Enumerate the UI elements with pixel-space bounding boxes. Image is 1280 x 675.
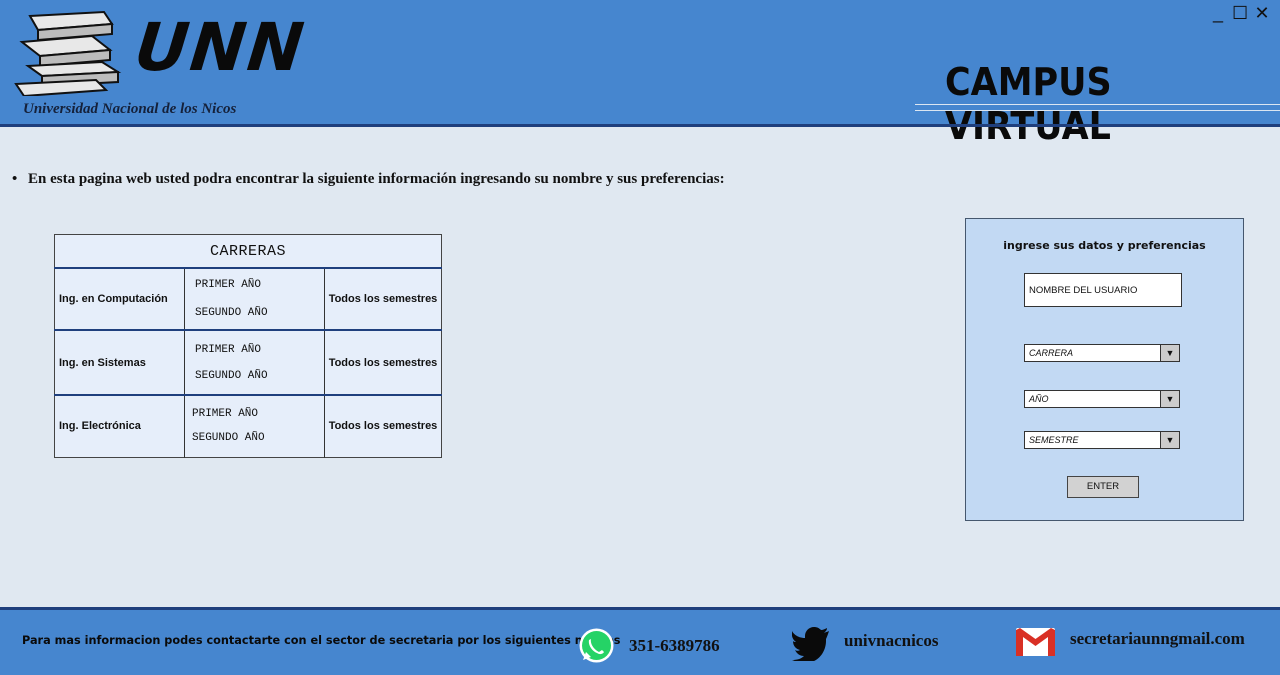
preferences-form: ingrese sus datos y preferencias CARRERA… <box>965 218 1244 521</box>
gmail-icon <box>1016 628 1055 656</box>
intro-text: • En esta pagina web usted podra encontra… <box>12 171 725 188</box>
close-icon[interactable]: ✕ <box>1254 4 1270 22</box>
career-years: PRIMER AÑO SEGUNDO AÑO <box>184 330 325 396</box>
title-underline <box>915 104 1280 105</box>
minimize-icon[interactable]: _ <box>1210 4 1226 22</box>
year-item: PRIMER AÑO <box>195 279 262 291</box>
form-title: ingrese sus datos y preferencias <box>1003 239 1206 252</box>
dropdown-arrow-icon[interactable]: ▼ <box>1160 432 1179 448</box>
enter-button[interactable]: ENTER <box>1067 476 1139 498</box>
career-years: PRIMER AÑO SEGUNDO AÑO <box>184 395 325 457</box>
career-name: Ing. en Computación <box>54 268 185 331</box>
career-semesters: Todos los semestres <box>324 268 442 331</box>
window-controls: _ ☐ ✕ <box>1210 4 1270 22</box>
whatsapp-number: 351-6389786 <box>629 635 720 655</box>
semester-select-value: SEMESTRE <box>1029 435 1079 445</box>
career-select-value: CARRERA <box>1029 348 1074 358</box>
career-years: PRIMER AÑO SEGUNDO AÑO <box>184 268 325 331</box>
career-semesters: Todos los semestres <box>324 330 442 396</box>
year-item: SEGUNDO AÑO <box>195 369 268 382</box>
email-address: secretariaunngmail.com <box>1070 629 1245 648</box>
year-item: PRIMER AÑO <box>192 408 259 421</box>
year-item: SEGUNDO AÑO <box>195 307 268 319</box>
footer: Para mas informacion podes contactarte c… <box>0 610 1280 675</box>
careers-table: CARRERAS Ing. en Computación PRIMER AÑO … <box>54 234 442 458</box>
whatsapp-icon <box>579 628 614 663</box>
title-underline <box>915 110 1280 111</box>
twitter-contact[interactable]: univnacnicos <box>792 627 938 661</box>
table-row: Ing. en Sistemas PRIMER AÑO SEGUNDO AÑO … <box>54 330 442 396</box>
table-row: Ing. Electrónica PRIMER AÑO SEGUNDO AÑO … <box>54 395 442 457</box>
twitter-icon <box>792 627 829 661</box>
username-input[interactable] <box>1024 273 1182 307</box>
university-name: Universidad Nacional de los Nicos <box>23 101 237 117</box>
careers-table-title: CARRERAS <box>54 234 442 269</box>
year-select-value: AÑO <box>1029 394 1049 404</box>
year-select[interactable]: AÑO ▼ <box>1024 390 1180 408</box>
header-divider <box>0 124 1280 127</box>
career-name: Ing. Electrónica <box>54 395 185 457</box>
whatsapp-contact[interactable]: 351-6389786 <box>578 627 720 664</box>
dropdown-arrow-icon[interactable]: ▼ <box>1160 345 1179 361</box>
table-row: Ing. en Computación PRIMER AÑO SEGUNDO A… <box>54 268 442 331</box>
year-item: SEGUNDO AÑO <box>192 432 265 445</box>
semester-select[interactable]: SEMESTRE ▼ <box>1024 431 1180 449</box>
footer-contact-text: Para mas informacion podes contactarte c… <box>22 633 621 647</box>
email-contact[interactable]: secretariaunngmail.com <box>1015 627 1245 657</box>
intro-sentence: En esta pagina web usted podra encontrar… <box>28 171 725 187</box>
twitter-handle: univnacnicos <box>844 631 939 650</box>
maximize-icon[interactable]: ☐ <box>1232 4 1248 22</box>
bullet: • <box>12 171 18 187</box>
year-item: PRIMER AÑO <box>195 343 262 356</box>
career-semesters: Todos los semestres <box>328 420 438 433</box>
logo-wordmark: UNN <box>131 9 310 86</box>
header: UNN Universidad Nacional de los Nicos _ … <box>0 0 1280 148</box>
books-logo-icon <box>14 10 122 96</box>
dropdown-arrow-icon[interactable]: ▼ <box>1160 391 1179 407</box>
career-select[interactable]: CARRERA ▼ <box>1024 344 1180 362</box>
career-name: Ing. en Sistemas <box>54 330 185 396</box>
